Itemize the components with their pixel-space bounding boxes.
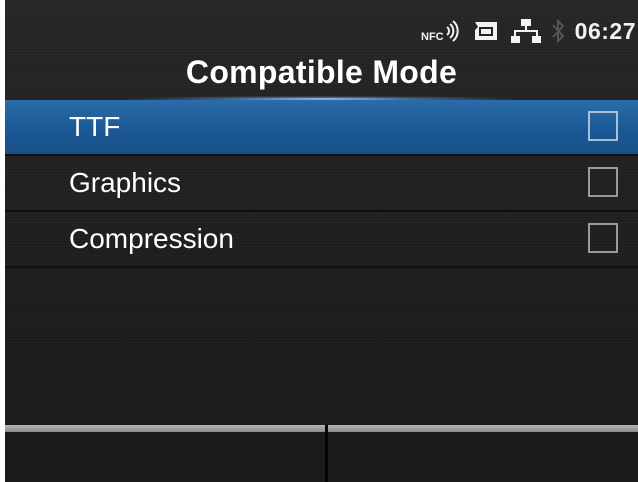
menu-item-label: Graphics [69,167,182,198]
menu-item-ttf[interactable]: TTF [5,100,638,156]
menu-item-graphics[interactable]: Graphics [5,156,638,212]
svg-text:NFC: NFC [421,31,444,43]
menu-item-label: Compression [69,223,234,254]
bluetooth-icon [551,18,565,44]
printer-screen: NFC 06:27 Compatible Mode TTF Graphics C… [5,0,638,482]
status-bar: NFC 06:27 [421,14,636,48]
status-time: 06:27 [574,17,636,44]
graphics-checkbox[interactable] [588,167,618,197]
menu-item-label: TTF [69,111,121,142]
compression-checkbox[interactable] [588,223,618,253]
option-list: TTF Graphics Compression [5,100,638,268]
page-title: Compatible Mode [185,54,458,90]
sd-card-icon [474,22,497,40]
menu-item-compression[interactable]: Compression [5,212,638,268]
softkey-left[interactable] [5,425,328,482]
softkey-right[interactable] [328,425,638,482]
softkey-bar [5,425,638,482]
network-icon [510,19,541,43]
nfc-icon: NFC [421,20,459,43]
ttf-checkbox[interactable] [588,111,618,141]
